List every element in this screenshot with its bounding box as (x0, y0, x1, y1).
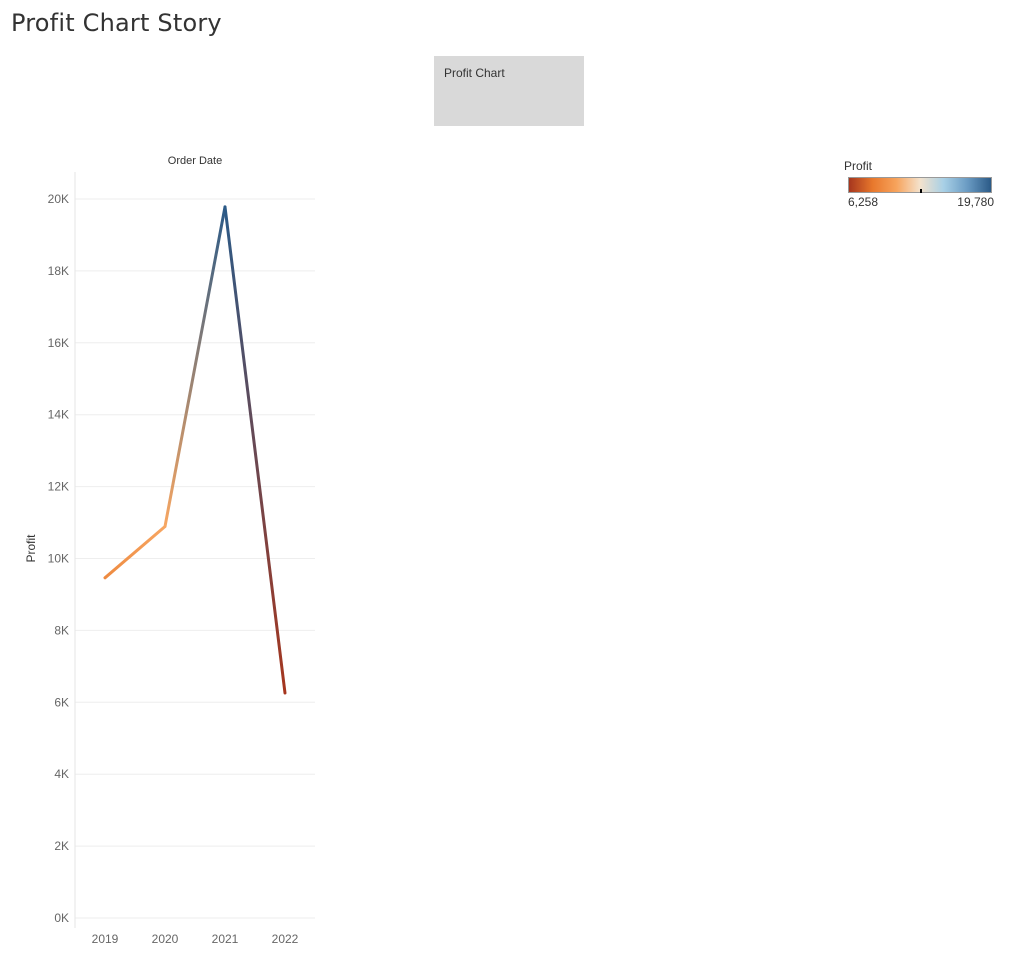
series-line-segment (163, 205, 227, 529)
y-tick-label: 16K (48, 336, 69, 350)
y-tick-label: 18K (48, 264, 69, 278)
y-tick-label: 6K (54, 695, 69, 709)
series-line-segment (103, 525, 167, 580)
y-tick-label: 20K (48, 192, 69, 206)
y-tick-label: 2K (54, 839, 69, 853)
y-tick-label: 14K (48, 408, 69, 422)
y-tick-label: 0K (54, 911, 69, 925)
x-tick-label: 2022 (272, 932, 299, 946)
y-tick-label: 4K (54, 767, 69, 781)
y-tick-label: 12K (48, 480, 69, 494)
line-chart: 0K 2K 4K 6K 8K 10K 12K 14K 16K 18K 20K Order Date Pr… (24, 155, 315, 946)
y-axis-title: Profit (24, 534, 38, 563)
series-line-segment (223, 205, 287, 695)
x-tick-label: 2021 (212, 932, 239, 946)
y-tick-label: 10K (48, 552, 69, 566)
x-tick-label: 2019 (92, 932, 119, 946)
x-tick-label: 2020 (152, 932, 179, 946)
column-header: Order Date (168, 155, 222, 167)
y-tick-label: 8K (54, 623, 69, 637)
